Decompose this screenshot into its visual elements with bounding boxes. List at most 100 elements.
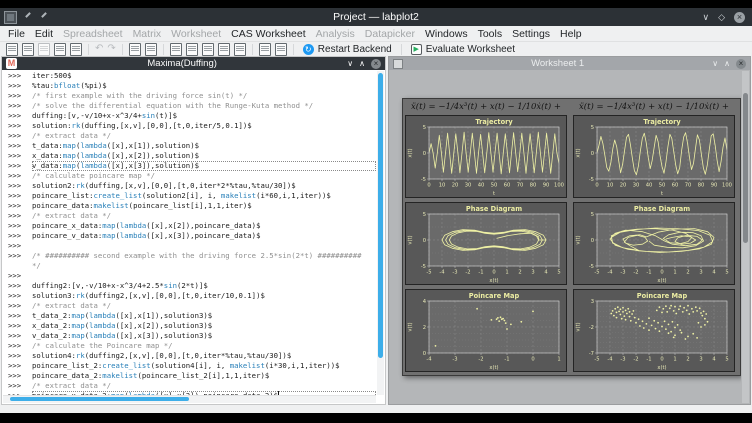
prompt: >>> [3,121,32,131]
minimize-icon[interactable]: ∨ [702,12,709,23]
worksheet-canvas[interactable]: ẍ(t) = −1/4x³(t) + x(t) − 1/10ẋ(t) + sin… [390,71,741,403]
code-text [32,271,376,281]
code-text: solution2:rk(duffing,[x,v],[0,0],[t,0,it… [32,181,376,191]
plot-poincare-map-2[interactable]: -5-4-3-2-10123453-2-7Poincare Mapx(t)v(t… [573,289,735,372]
svg-text:-2: -2 [478,357,483,363]
dock-float-icon[interactable]: ∨ [347,59,353,68]
cas-dock-header[interactable]: M Maxima(Duffing) ∨ ∧ × [2,57,385,70]
svg-text:50: 50 [491,183,498,189]
plot-trajectory-1[interactable]: 010203040506070809010050-5Trajectorytx(t… [405,115,567,198]
menu-file[interactable]: File [3,28,30,40]
new-spreadsheet-icon[interactable] [145,43,157,56]
plot-phase-diagram-2[interactable]: -5-4-3-2-101234550-5Phase Diagramx(t)v(t… [573,202,735,285]
prompt: >>> [3,311,32,321]
svg-text:0: 0 [427,183,430,189]
menu-help[interactable]: Help [555,28,587,40]
code-line: >>>poincare_data_2:makelist(poincare_lis… [3,371,376,381]
prompt: >>> [3,381,32,391]
menu-edit[interactable]: Edit [30,28,58,40]
code-text: duffing2:[v,-v/10+x-x^3/4+2.5*sin(2*t)]$ [32,281,376,291]
prompt: >>> [3,291,32,301]
restart-icon: ↻ [303,44,314,55]
tools-icon[interactable] [39,12,49,22]
worksheet-dock-header[interactable]: Worksheet 1 ∨ ∧ × [389,57,750,70]
svg-text:-1: -1 [478,270,483,276]
print-preview-icon[interactable] [70,43,82,56]
svg-text:Trajectory: Trajectory [643,118,681,126]
new-matrix-icon[interactable] [170,43,182,56]
open-document-icon[interactable] [22,43,34,56]
svg-text:5: 5 [591,125,594,131]
svg-text:10: 10 [607,183,614,189]
plot-poincare-map-1[interactable]: -4-3-2-101420Poincare Mapx(t)v(t) [405,289,567,372]
dock-maximize-icon[interactable]: ∧ [359,59,365,68]
plot-container[interactable]: ẍ(t) = −1/4x³(t) + x(t) − 1/10ẋ(t) + sin… [402,98,741,376]
pin-icon[interactable] [23,12,33,22]
code-text: /* extract data */ [32,381,376,391]
prompt: >>> [3,171,32,181]
svg-text:v(t): v(t) [408,235,414,244]
code-horizontal-scrollbar[interactable] [3,395,376,403]
svg-text:0: 0 [660,270,663,276]
code-line: >>>v_data_2:map(lambda([x],x[3]),solutio… [3,331,376,341]
svg-text:-5: -5 [589,264,594,270]
new-cas-worksheet-icon[interactable] [202,43,214,56]
svg-text:100: 100 [722,183,732,189]
svg-text:Poincare Map: Poincare Map [637,292,688,300]
cas-dock-title: Maxima(Duffing) [21,58,343,69]
svg-text:60: 60 [504,183,511,189]
toolbar-separator [88,44,89,55]
svg-text:30: 30 [465,183,472,189]
code-text: x_data_2:map(lambda([x],x[2]),solution3)… [32,321,376,331]
svg-text:4: 4 [712,357,716,363]
close-icon[interactable]: × [734,12,745,23]
import-data-icon[interactable] [259,43,271,56]
menu-windows[interactable]: Windows [420,28,473,40]
export-data-icon[interactable] [275,43,287,56]
worksheet-vertical-scrollbar[interactable] [742,71,749,403]
svg-text:4: 4 [544,270,548,276]
evaluate-worksheet-button[interactable]: ▶ Evaluate Worksheet [406,44,520,55]
code-line: >>>x_data_2:map(lambda([x],x[2]),solutio… [3,321,376,331]
labplot-app-icon[interactable] [4,11,17,24]
prompt: >>> [3,231,32,241]
menu-worksheet: Worksheet [166,28,226,40]
prompt: >>> [3,221,32,231]
dock-maximize-icon[interactable]: ∧ [724,59,730,68]
dock-close-icon[interactable]: × [736,59,746,69]
code-vertical-scrollbar[interactable] [377,71,384,395]
svg-text:-1: -1 [646,270,651,276]
svg-text:70: 70 [685,183,692,189]
new-document-icon[interactable] [6,43,18,56]
code-text: /* extract data */ [32,301,376,311]
svg-text:-4: -4 [607,357,613,363]
menu-tools[interactable]: Tools [473,28,508,40]
restart-backend-button[interactable]: ↻ Restart Backend [298,44,397,55]
new-note-icon[interactable] [234,43,246,56]
svg-text:4: 4 [423,299,427,305]
plot-trajectory-2[interactable]: 010203040506070809010050-5Trajectorytx(t… [573,115,735,198]
menu-settings[interactable]: Settings [507,28,555,40]
prompt: >>> [3,321,32,331]
new-datapicker-icon[interactable] [218,43,230,56]
menu-cas-worksheet[interactable]: CAS Worksheet [226,28,311,40]
dock-close-icon[interactable]: × [371,59,381,69]
code-line: >>>poincare_list_2:create_list(solution4… [3,361,376,371]
svg-text:3: 3 [591,299,594,305]
code-line: >>>/* extract data */ [3,381,376,391]
prompt: >>> [3,101,32,111]
print-icon[interactable] [54,43,66,56]
redo-icon: ↷ [107,43,115,55]
svg-text:2: 2 [423,325,426,331]
maximize-icon[interactable]: ◇ [718,12,725,23]
maxima-code-editor[interactable]: >>>iter:500$>>>%tau:bfloat(%pi)$>>>/* fi… [3,71,376,395]
prompt: >>> [3,141,32,151]
code-line: >>>solution2:rk(duffing,[x,v],[0,0],[t,0… [3,181,376,191]
new-workbook-icon[interactable] [129,43,141,56]
new-worksheet-icon[interactable] [186,43,198,56]
dock-float-icon[interactable]: ∨ [712,59,718,68]
plot-phase-diagram-1[interactable]: -5-4-3-2-101234550-5Phase Diagramx(t)v(t… [405,202,567,285]
svg-text:-2: -2 [633,270,638,276]
code-text: /* calculate poincare map */ [32,171,376,181]
svg-text:70: 70 [517,183,524,189]
